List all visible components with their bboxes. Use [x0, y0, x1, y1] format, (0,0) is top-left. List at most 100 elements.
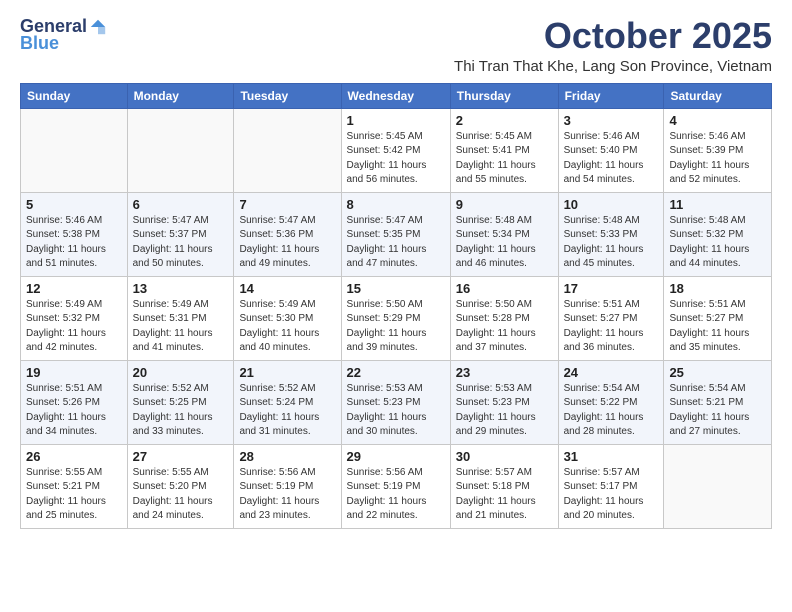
day-info: Sunrise: 5:56 AM Sunset: 5:19 PM Dayligh…: [239, 466, 335, 524]
weekday-header-tuesday: Tuesday: [234, 83, 341, 108]
day-info: Sunrise: 5:48 AM Sunset: 5:32 PM Dayligh…: [669, 214, 766, 272]
calendar-cell: 30 Sunrise: 5:57 AM Sunset: 5:18 PM Dayli…: [450, 444, 558, 528]
day-info: Sunrise: 5:48 AM Sunset: 5:34 PM Dayligh…: [456, 214, 553, 272]
weekday-header-thursday: Thursday: [450, 83, 558, 108]
day-info: Sunrise: 5:53 AM Sunset: 5:23 PM Dayligh…: [456, 382, 553, 440]
day-info: Sunrise: 5:57 AM Sunset: 5:18 PM Dayligh…: [456, 466, 553, 524]
title-block: October 2025 Thi Tran That Khe, Lang Son…: [454, 16, 772, 75]
day-info: Sunrise: 5:51 AM Sunset: 5:27 PM Dayligh…: [669, 298, 766, 356]
calendar-cell: 14 Sunrise: 5:49 AM Sunset: 5:30 PM Dayli…: [234, 276, 341, 360]
day-number: 6: [133, 197, 229, 212]
day-number: 14: [239, 281, 335, 296]
calendar-cell: 18 Sunrise: 5:51 AM Sunset: 5:27 PM Dayli…: [664, 276, 772, 360]
calendar-cell: 24 Sunrise: 5:54 AM Sunset: 5:22 PM Dayli…: [558, 360, 664, 444]
day-number: 7: [239, 197, 335, 212]
calendar-cell: 4Sunrise: 5:46 AM Sunset: 5:39 PM Daylig…: [664, 108, 772, 192]
logo: General Blue: [20, 16, 107, 54]
day-number: 8: [347, 197, 445, 212]
calendar-cell: 19 Sunrise: 5:51 AM Sunset: 5:26 PM Dayli…: [21, 360, 128, 444]
calendar-cell: 22 Sunrise: 5:53 AM Sunset: 5:23 PM Dayli…: [341, 360, 450, 444]
calendar-cell: 17Sunrise: 5:51 AM Sunset: 5:27 PM Dayli…: [558, 276, 664, 360]
day-number: 13: [133, 281, 229, 296]
day-info: Sunrise: 5:45 AM Sunset: 5:41 PM Dayligh…: [456, 130, 553, 188]
calendar-cell: 2 Sunrise: 5:45 AM Sunset: 5:41 PM Daylig…: [450, 108, 558, 192]
month-title: October 2025: [454, 16, 772, 56]
day-info: Sunrise: 5:51 AM Sunset: 5:26 PM Dayligh…: [26, 382, 122, 440]
calendar-cell: 26 Sunrise: 5:55 AM Sunset: 5:21 PM Dayli…: [21, 444, 128, 528]
day-info: Sunrise: 5:51 AM Sunset: 5:27 PM Dayligh…: [564, 298, 659, 356]
calendar-cell: 7 Sunrise: 5:47 AM Sunset: 5:36 PM Daylig…: [234, 192, 341, 276]
day-number: 2: [456, 113, 553, 128]
day-info: Sunrise: 5:48 AM Sunset: 5:33 PM Dayligh…: [564, 214, 659, 272]
logo-icon: [89, 18, 107, 36]
day-info: Sunrise: 5:47 AM Sunset: 5:36 PM Dayligh…: [239, 214, 335, 272]
calendar-cell: 31 Sunrise: 5:57 AM Sunset: 5:17 PM Dayli…: [558, 444, 664, 528]
day-number: 26: [26, 449, 122, 464]
day-number: 18: [669, 281, 766, 296]
calendar-cell: 25Sunrise: 5:54 AM Sunset: 5:21 PM Dayli…: [664, 360, 772, 444]
calendar-cell: 12 Sunrise: 5:49 AM Sunset: 5:32 PM Dayli…: [21, 276, 128, 360]
calendar-week-row: 19 Sunrise: 5:51 AM Sunset: 5:26 PM Dayli…: [21, 360, 772, 444]
day-number: 20: [133, 365, 229, 380]
calendar-week-row: 5Sunrise: 5:46 AM Sunset: 5:38 PM Daylig…: [21, 192, 772, 276]
calendar-cell: 21 Sunrise: 5:52 AM Sunset: 5:24 PM Dayli…: [234, 360, 341, 444]
logo-blue-text: Blue: [20, 33, 59, 54]
calendar-cell: 16 Sunrise: 5:50 AM Sunset: 5:28 PM Dayli…: [450, 276, 558, 360]
day-info: Sunrise: 5:50 AM Sunset: 5:28 PM Dayligh…: [456, 298, 553, 356]
day-info: Sunrise: 5:57 AM Sunset: 5:17 PM Dayligh…: [564, 466, 659, 524]
calendar-cell: 28Sunrise: 5:56 AM Sunset: 5:19 PM Dayli…: [234, 444, 341, 528]
calendar-cell: 13Sunrise: 5:49 AM Sunset: 5:31 PM Dayli…: [127, 276, 234, 360]
day-info: Sunrise: 5:54 AM Sunset: 5:21 PM Dayligh…: [669, 382, 766, 440]
header: General Blue October 2025 Thi Tran That …: [20, 16, 772, 75]
day-number: 12: [26, 281, 122, 296]
weekday-header-friday: Friday: [558, 83, 664, 108]
day-info: Sunrise: 5:55 AM Sunset: 5:21 PM Dayligh…: [26, 466, 122, 524]
day-number: 9: [456, 197, 553, 212]
day-number: 3: [564, 113, 659, 128]
day-info: Sunrise: 5:46 AM Sunset: 5:40 PM Dayligh…: [564, 130, 659, 188]
day-info: Sunrise: 5:46 AM Sunset: 5:39 PM Dayligh…: [669, 130, 766, 188]
day-number: 23: [456, 365, 553, 380]
day-number: 30: [456, 449, 553, 464]
location-title: Thi Tran That Khe, Lang Son Province, Vi…: [454, 58, 772, 75]
day-info: Sunrise: 5:49 AM Sunset: 5:32 PM Dayligh…: [26, 298, 122, 356]
day-info: Sunrise: 5:50 AM Sunset: 5:29 PM Dayligh…: [347, 298, 445, 356]
weekday-header-row: SundayMondayTuesdayWednesdayThursdayFrid…: [21, 83, 772, 108]
day-number: 15: [347, 281, 445, 296]
calendar-cell: [664, 444, 772, 528]
calendar-cell: 6 Sunrise: 5:47 AM Sunset: 5:37 PM Daylig…: [127, 192, 234, 276]
day-number: 29: [347, 449, 445, 464]
day-info: Sunrise: 5:52 AM Sunset: 5:25 PM Dayligh…: [133, 382, 229, 440]
day-number: 21: [239, 365, 335, 380]
day-info: Sunrise: 5:53 AM Sunset: 5:23 PM Dayligh…: [347, 382, 445, 440]
day-info: Sunrise: 5:52 AM Sunset: 5:24 PM Dayligh…: [239, 382, 335, 440]
day-number: 22: [347, 365, 445, 380]
day-number: 24: [564, 365, 659, 380]
day-info: Sunrise: 5:49 AM Sunset: 5:30 PM Dayligh…: [239, 298, 335, 356]
day-info: Sunrise: 5:54 AM Sunset: 5:22 PM Dayligh…: [564, 382, 659, 440]
calendar-cell: [127, 108, 234, 192]
day-number: 19: [26, 365, 122, 380]
calendar-cell: 8Sunrise: 5:47 AM Sunset: 5:35 PM Daylig…: [341, 192, 450, 276]
day-number: 31: [564, 449, 659, 464]
calendar-week-row: 12 Sunrise: 5:49 AM Sunset: 5:32 PM Dayli…: [21, 276, 772, 360]
day-number: 16: [456, 281, 553, 296]
day-info: Sunrise: 5:45 AM Sunset: 5:42 PM Dayligh…: [347, 130, 445, 188]
weekday-header-monday: Monday: [127, 83, 234, 108]
calendar-cell: 10Sunrise: 5:48 AM Sunset: 5:33 PM Dayli…: [558, 192, 664, 276]
calendar-page: General Blue October 2025 Thi Tran That …: [0, 0, 792, 545]
calendar-cell: [234, 108, 341, 192]
calendar-cell: 29 Sunrise: 5:56 AM Sunset: 5:19 PM Dayli…: [341, 444, 450, 528]
calendar-cell: 5Sunrise: 5:46 AM Sunset: 5:38 PM Daylig…: [21, 192, 128, 276]
day-info: Sunrise: 5:56 AM Sunset: 5:19 PM Dayligh…: [347, 466, 445, 524]
day-number: 11: [669, 197, 766, 212]
calendar-cell: 20 Sunrise: 5:52 AM Sunset: 5:25 PM Dayli…: [127, 360, 234, 444]
day-info: Sunrise: 5:46 AM Sunset: 5:38 PM Dayligh…: [26, 214, 122, 272]
day-number: 1: [347, 113, 445, 128]
calendar-cell: 23 Sunrise: 5:53 AM Sunset: 5:23 PM Dayli…: [450, 360, 558, 444]
day-info: Sunrise: 5:47 AM Sunset: 5:37 PM Dayligh…: [133, 214, 229, 272]
calendar-cell: 9 Sunrise: 5:48 AM Sunset: 5:34 PM Daylig…: [450, 192, 558, 276]
calendar-cell: 27Sunrise: 5:55 AM Sunset: 5:20 PM Dayli…: [127, 444, 234, 528]
day-info: Sunrise: 5:55 AM Sunset: 5:20 PM Dayligh…: [133, 466, 229, 524]
calendar-cell: 15 Sunrise: 5:50 AM Sunset: 5:29 PM Dayli…: [341, 276, 450, 360]
